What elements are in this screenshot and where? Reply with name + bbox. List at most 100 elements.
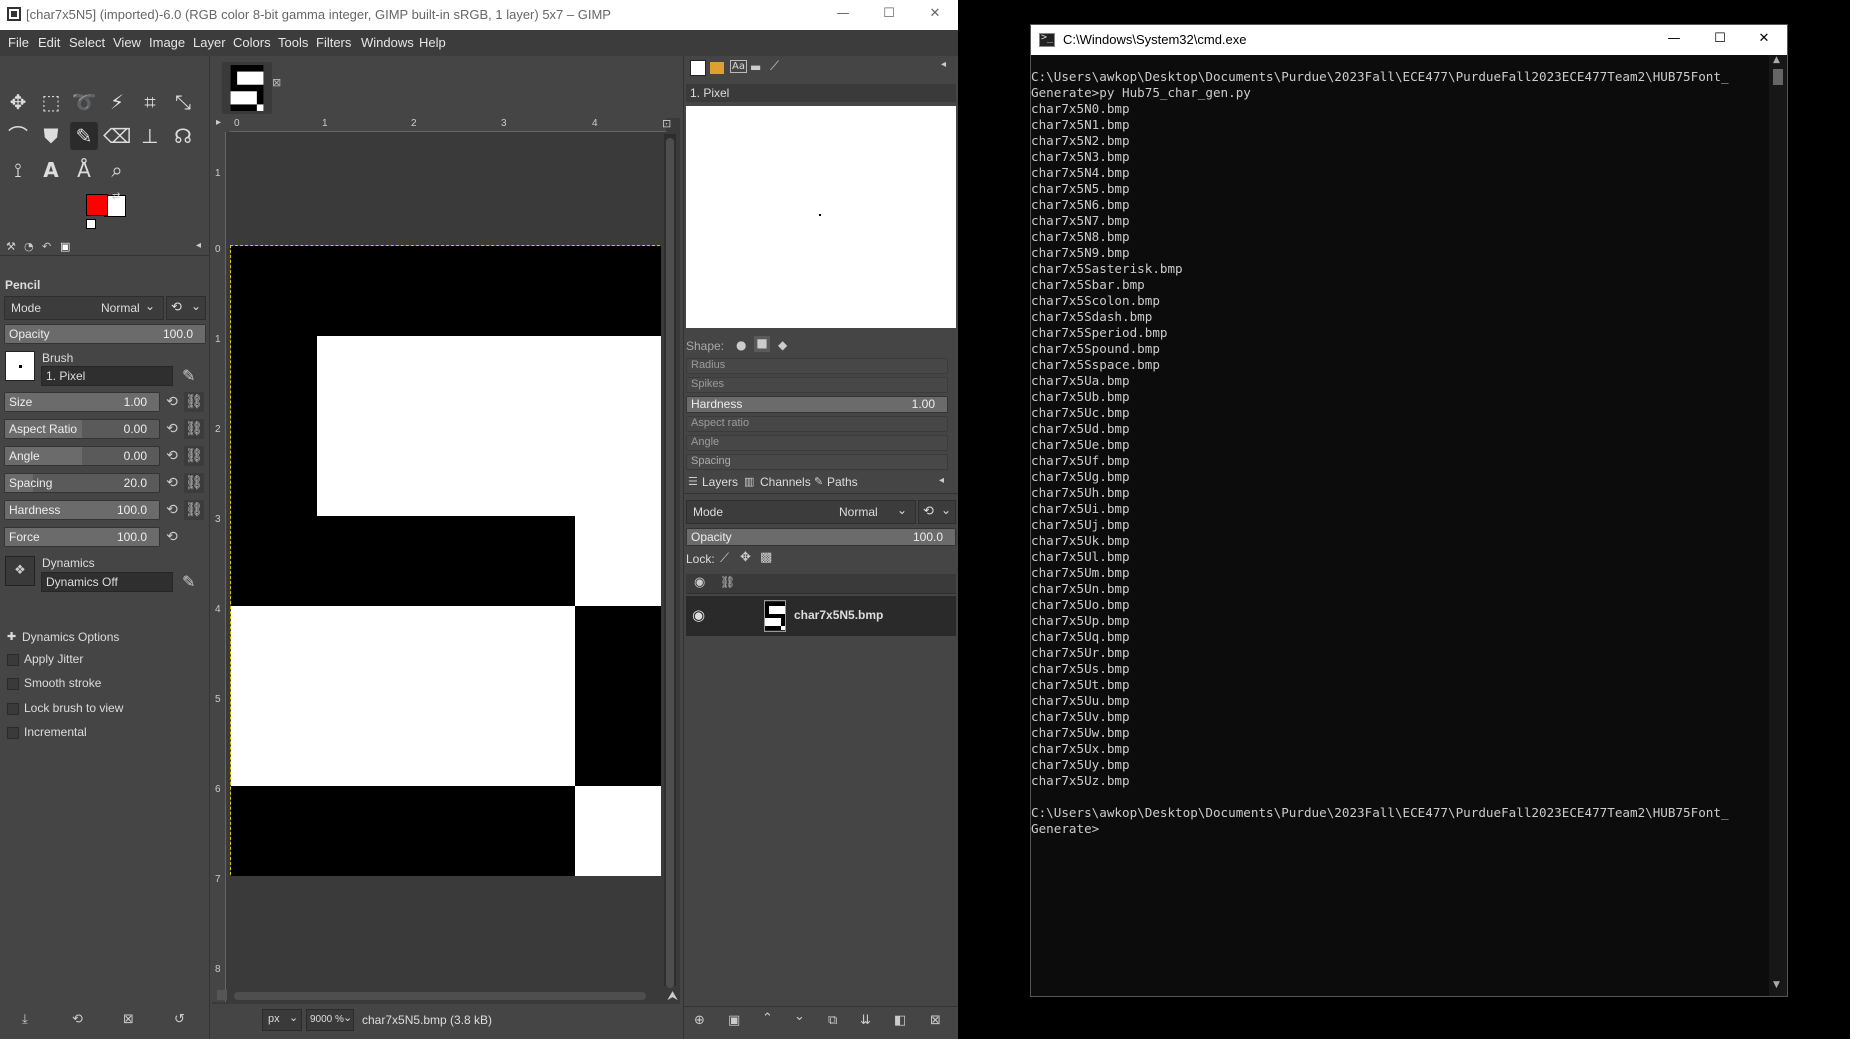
image-pixel[interactable] [403, 606, 489, 696]
reset-icon[interactable]: ⟲ [162, 419, 182, 439]
image-pixel[interactable] [489, 426, 575, 516]
close-icon[interactable]: ✕ [1741, 25, 1787, 55]
menu-view[interactable]: View [113, 35, 141, 50]
aspect-ratio-slider[interactable]: Aspect Ratio 0.00 [4, 419, 160, 439]
tab-channels[interactable]: Channels [760, 475, 811, 489]
tool-options-tab-icon[interactable]: ⚒ [6, 240, 16, 253]
image-pixel[interactable] [317, 786, 403, 876]
image-pixel[interactable] [403, 336, 489, 426]
lower-layer-icon[interactable]: ⌄ [794, 1009, 805, 1024]
tab-layers[interactable]: Layers [702, 475, 738, 489]
panel-menu-icon[interactable]: ◂ [941, 59, 946, 70]
image-pixel[interactable] [489, 336, 575, 426]
bucket-fill-icon[interactable]: ⛊ [37, 122, 65, 150]
menu-help[interactable]: Help [419, 35, 446, 50]
image-pixel[interactable] [489, 786, 575, 876]
reset-mode-button[interactable]: ⟲ ⌄ [166, 296, 206, 320]
dynamics-options-expander[interactable]: Dynamics Options [22, 630, 119, 644]
close-image-tab-icon[interactable]: ⊠ [272, 76, 281, 89]
new-layer-group-icon[interactable]: ▣ [728, 1013, 740, 1028]
layer-row[interactable]: ◉ char7x5N5.bmp [686, 596, 956, 636]
lock-position-icon[interactable]: ✥ [740, 550, 751, 565]
image-pixel[interactable] [403, 426, 489, 516]
reset-icon[interactable]: ⟲ [162, 392, 182, 412]
lock-brush-checkbox[interactable] [7, 703, 19, 715]
unit-select[interactable]: px ⌄ [262, 1009, 302, 1031]
image-pixel[interactable] [231, 786, 317, 876]
visibility-eye-icon[interactable]: ◉ [692, 606, 705, 624]
chain-link-icon[interactable]: ⛓ [184, 446, 204, 466]
zoom-tool-icon[interactable]: ⌕ [103, 156, 131, 184]
delete-options-icon[interactable]: ⊠ [123, 1012, 134, 1027]
edit-brush-icon[interactable]: ✎ [182, 366, 195, 385]
quick-mask-menu-icon[interactable]: ▸ [216, 117, 221, 128]
image-pixel[interactable] [489, 606, 575, 696]
images-tab-icon[interactable]: ▣ [60, 240, 70, 253]
image-pixel[interactable] [403, 696, 489, 786]
edit-dynamics-icon[interactable]: ✎ [182, 572, 195, 591]
menu-colors[interactable]: Colors [233, 35, 271, 50]
menu-tools[interactable]: Tools [278, 35, 308, 50]
device-status-tab-icon[interactable]: ◔ [24, 240, 34, 253]
image-pixel[interactable] [489, 516, 575, 606]
circle-shape-icon[interactable]: ● [736, 338, 746, 352]
image-pixel[interactable] [403, 786, 489, 876]
image-pixel[interactable] [317, 336, 403, 426]
panel-menu-icon[interactable]: ◂ [196, 240, 201, 251]
brush-hardness-slider[interactable]: Hardness 1.00 [686, 396, 948, 413]
reset-icon[interactable]: ⟲ [162, 473, 182, 493]
navigate-icon[interactable]: ⮝ [667, 989, 678, 1004]
foreground-color-swatch[interactable] [86, 194, 108, 216]
text-tool-icon[interactable]: A [37, 156, 65, 184]
brush-angle-slider[interactable]: Angle [686, 435, 948, 451]
brush-preview-area[interactable] [686, 106, 956, 328]
patterns-tab-icon[interactable] [710, 62, 724, 74]
brush-name-field[interactable]: 1. Pixel [41, 366, 173, 386]
ruler-corner[interactable]: ▸ [212, 117, 230, 132]
image-pixel[interactable] [575, 246, 661, 336]
raise-layer-icon[interactable]: ⌃ [762, 1011, 773, 1026]
maximize-icon[interactable]: ☐ [1697, 25, 1743, 55]
opacity-slider[interactable]: Opacity 100.0 [4, 324, 206, 344]
panel-menu-icon[interactable]: ◂ [939, 475, 944, 486]
image-pixel[interactable] [575, 696, 661, 786]
chain-link-icon[interactable]: ⛓ [184, 500, 204, 520]
close-icon[interactable]: ✕ [912, 0, 958, 30]
move-tool-icon[interactable]: ✥ [4, 88, 32, 116]
angle-slider[interactable]: Angle 0.00 [4, 446, 160, 466]
smudge-tool-icon[interactable]: ☊ [169, 122, 197, 150]
chain-link-icon[interactable]: ⛓ [184, 473, 204, 493]
zoom-to-fit-icon[interactable]: ⊡ [662, 117, 671, 130]
undo-history-tab-icon[interactable]: ↶ [42, 240, 51, 253]
image-pixel[interactable] [231, 336, 317, 426]
menu-layer[interactable]: Layer [193, 35, 226, 50]
menu-windows[interactable]: Windows [361, 35, 414, 50]
image-pixel[interactable] [575, 786, 661, 876]
transform-tool-icon[interactable]: ⤡ [169, 88, 197, 116]
size-slider[interactable]: Size 1.00 [4, 392, 160, 412]
console-output[interactable]: C:\Users\awkop\Desktop\Documents\Purdue\… [1031, 55, 1769, 996]
default-colors-icon[interactable] [86, 219, 96, 229]
spikes-slider[interactable]: Spikes [686, 377, 948, 393]
eraser-tool-icon[interactable]: ⌫ [103, 122, 131, 150]
image-pixel[interactable] [317, 516, 403, 606]
brush-spacing-slider[interactable]: Spacing [686, 454, 948, 470]
menu-edit[interactable]: Edit [38, 35, 60, 50]
image-canvas[interactable] [230, 245, 661, 876]
expander-icon[interactable]: ✚ [7, 630, 16, 643]
layer-composite-button[interactable]: ⟲ ⌄ [918, 500, 956, 524]
duplicate-layer-icon[interactable]: ⧉ [828, 1013, 837, 1028]
layer-name[interactable]: char7x5N5.bmp [794, 608, 883, 622]
reset-icon[interactable]: ⟲ [162, 500, 182, 520]
diamond-shape-icon[interactable]: ◆ [778, 338, 787, 352]
lock-alpha-icon[interactable]: ▩ [760, 550, 772, 565]
layer-opacity-slider[interactable]: Opacity 100.0 [686, 528, 956, 546]
image-pixel[interactable] [231, 246, 317, 336]
vertical-scrollbar[interactable] [664, 134, 676, 988]
image-pixel[interactable] [489, 696, 575, 786]
minimize-icon[interactable]: — [1651, 25, 1697, 55]
horizontal-scroll-thumb[interactable] [234, 992, 646, 1000]
horizontal-ruler[interactable]: 0 1 2 3 4 [230, 118, 666, 132]
image-pixel[interactable] [575, 336, 661, 426]
menu-image[interactable]: Image [149, 35, 185, 50]
